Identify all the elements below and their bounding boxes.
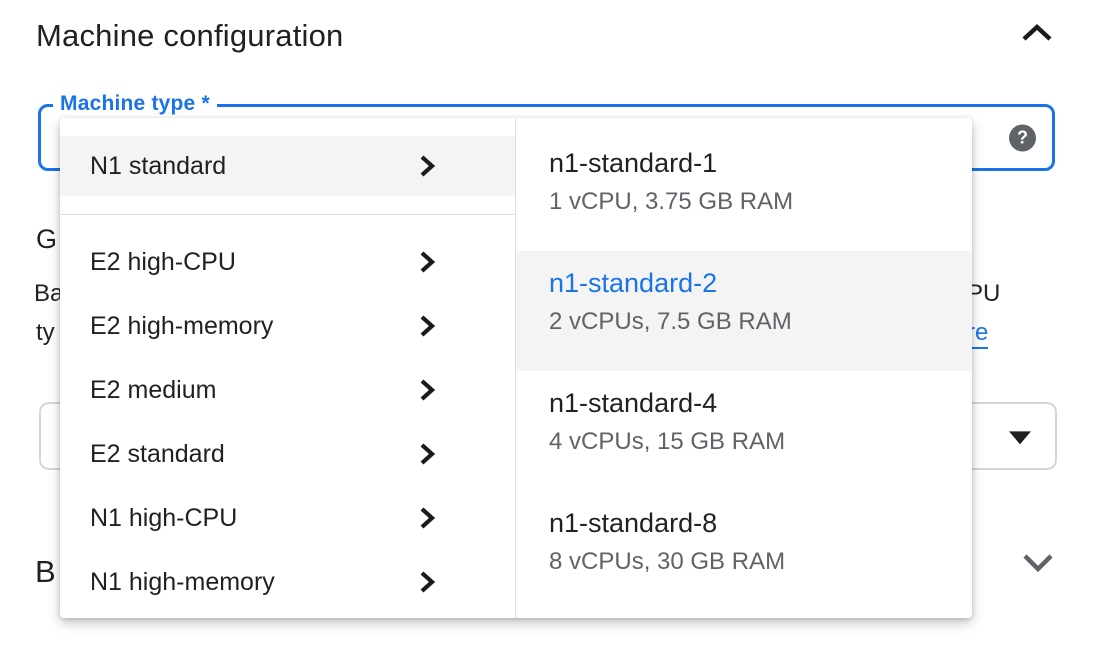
option-n1-standard-8[interactable]: n1-standard-8 8 vCPUs, 30 GB RAM — [516, 491, 972, 611]
menu-item-e2-standard[interactable]: E2 standard — [60, 422, 515, 486]
option-name: n1-standard-4 — [549, 389, 972, 417]
chevron-up-icon[interactable] — [1021, 23, 1053, 43]
menu-item-label: N1 high-memory — [90, 568, 275, 597]
machine-configuration-section: Machine configuration G Ba ty PU re B Ma… — [0, 0, 1102, 662]
menu-item-n1-standard[interactable]: N1 standard — [60, 136, 515, 196]
option-specs: 8 vCPUs, 30 GB RAM — [549, 549, 972, 574]
arrow-drop-down-icon — [1009, 431, 1031, 444]
option-specs: 2 vCPUs, 7.5 GB RAM — [549, 309, 972, 334]
menu-item-e2-high-cpu[interactable]: E2 high-CPU — [60, 230, 515, 294]
option-specs: 4 vCPUs, 15 GB RAM — [549, 429, 972, 454]
chevron-right-icon — [417, 442, 437, 466]
menu-item-label: E2 high-CPU — [90, 248, 236, 277]
help-icon[interactable]: ? — [1009, 124, 1036, 151]
option-name: n1-standard-1 — [549, 149, 972, 177]
menu-item-label: N1 standard — [90, 152, 226, 181]
machine-type-label: Machine type * — [53, 92, 217, 116]
menu-item-label: E2 standard — [90, 440, 225, 469]
chevron-right-icon — [417, 154, 437, 178]
menu-item-label: N1 high-CPU — [90, 504, 237, 533]
option-specs: 1 vCPU, 3.75 GB RAM — [549, 189, 972, 214]
option-name: n1-standard-2 — [549, 269, 972, 297]
chevron-right-icon — [417, 506, 437, 530]
background-text-fragment: Ba — [34, 280, 63, 308]
background-text-fragment: PU — [967, 280, 1000, 308]
menu-item-n1-high-memory[interactable]: N1 high-memory — [60, 550, 515, 614]
chevron-right-icon — [417, 250, 437, 274]
machine-type-options-pane: n1-standard-1 1 vCPU, 3.75 GB RAM n1-sta… — [516, 118, 972, 618]
chevron-right-icon — [417, 570, 437, 594]
chevron-down-icon[interactable] — [1021, 551, 1055, 575]
menu-item-label: E2 medium — [90, 376, 216, 405]
option-n1-standard-2[interactable]: n1-standard-2 2 vCPUs, 7.5 GB RAM — [516, 251, 972, 371]
machine-type-menu: N1 standard E2 high-CPU E2 high-memory — [60, 118, 972, 618]
menu-item-label: E2 high-memory — [90, 312, 273, 341]
background-heading-fragment: G — [36, 224, 57, 255]
background-section-heading-fragment: B — [35, 554, 56, 590]
menu-item-e2-medium[interactable]: E2 medium — [60, 358, 515, 422]
background-text-fragment: ty — [36, 319, 55, 347]
menu-item-e2-high-memory[interactable]: E2 high-memory — [60, 294, 515, 358]
chevron-right-icon — [417, 314, 437, 338]
machine-family-pane: N1 standard E2 high-CPU E2 high-memory — [60, 118, 515, 618]
page-title: Machine configuration — [36, 18, 344, 54]
menu-item-n1-high-cpu[interactable]: N1 high-CPU — [60, 486, 515, 550]
option-n1-standard-1[interactable]: n1-standard-1 1 vCPU, 3.75 GB RAM — [516, 131, 972, 251]
chevron-right-icon — [417, 378, 437, 402]
option-n1-standard-4[interactable]: n1-standard-4 4 vCPUs, 15 GB RAM — [516, 371, 972, 491]
menu-divider — [60, 214, 515, 215]
option-name: n1-standard-8 — [549, 509, 972, 537]
